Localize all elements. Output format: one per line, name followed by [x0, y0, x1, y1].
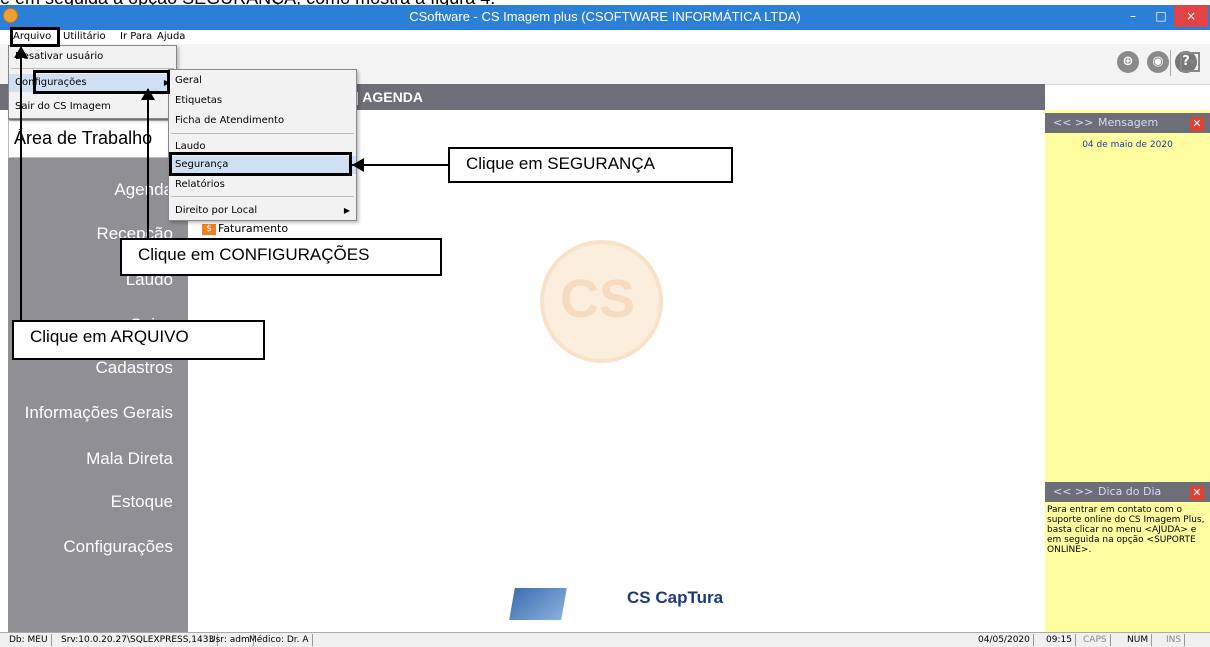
status-medico: Médico: Dr. A [246, 634, 313, 646]
maximize-button[interactable]: □ [1148, 5, 1174, 27]
minimize-button[interactable]: – [1120, 5, 1146, 27]
captura-logo-text: CS CapTura [627, 588, 724, 607]
tip-nav[interactable]: << >> [1053, 485, 1093, 498]
submenu-arrow-icon: ▶ [343, 206, 350, 215]
sidebar-item-mala-direta[interactable]: Mala Direta [8, 449, 173, 469]
submenu-direito-por-local[interactable]: Direito por Local ▶ [169, 202, 356, 220]
workarea-label: Área de Trabalho [14, 128, 153, 148]
exit-icon[interactable]: ⇥ [1180, 52, 1200, 72]
status-srv: Srv:10.0.20.27\SQLEXPRESS,1433 [58, 634, 219, 646]
sidebar-item-informacoes-gerais[interactable]: Informações Gerais [8, 403, 173, 423]
message-close-icon[interactable]: ✕ [1190, 117, 1204, 131]
globe-icon[interactable]: ⊕ [1117, 51, 1139, 73]
faturamento-label[interactable]: Faturamento [218, 222, 288, 235]
sidebar-item-cadastros[interactable]: Cadastros [8, 358, 173, 378]
sidebar-item-configuracoes[interactable]: Configurações [8, 537, 173, 557]
message-nav[interactable]: << >> [1053, 116, 1093, 129]
tip-title: Dica do Dia [1098, 485, 1162, 498]
callout-seguranca: Clique em SEGURANÇA [448, 147, 733, 183]
menu-ir-para[interactable]: Ir Para [120, 30, 152, 44]
submenu-geral[interactable]: Geral [169, 72, 356, 90]
status-num: NUM [1124, 634, 1153, 646]
highlight-arquivo [10, 27, 60, 47]
sidebar-item-estoque[interactable]: Estoque [8, 492, 173, 512]
tip-text: Para entrar em contato com o suporte onl… [1047, 505, 1205, 555]
status-ins: INS [1163, 634, 1186, 646]
message-date: 04 de maio de 2020 [1082, 140, 1173, 150]
tip-close-icon[interactable]: ✕ [1190, 486, 1204, 500]
menu-ajuda[interactable]: Ajuda [157, 30, 185, 44]
menu-sair[interactable]: Sair do CS Imagem [9, 98, 176, 116]
window-title: CSoftware - CS Imagem plus (CSOFTWARE IN… [409, 9, 801, 24]
captura-logo-icon [509, 588, 567, 620]
submenu-direito-label: Direito por Local [175, 205, 258, 216]
arrow-configuracoes-head [141, 88, 155, 100]
status-db: Db: MEU [6, 634, 52, 646]
submenu-relatorios[interactable]: Relatórios [169, 176, 356, 194]
submenu-etiquetas[interactable]: Etiquetas [169, 92, 356, 110]
status-date: 04/05/2020 [975, 634, 1034, 646]
watermark-text: CS [560, 269, 636, 329]
submenu-ficha-atendimento[interactable]: Ficha de Atendimento [169, 112, 356, 130]
toolbar-divider [1170, 50, 1171, 76]
menu-utilitario[interactable]: Utilitário [63, 30, 106, 44]
close-button[interactable]: × [1174, 5, 1208, 27]
callout-configuracoes: Clique em CONFIGURAÇÕES [120, 238, 442, 276]
arrow-arquivo-line [20, 50, 22, 320]
status-time: 09:15 [1043, 634, 1076, 646]
status-caps: CAPS [1080, 634, 1111, 646]
arrow-seguranca-line [352, 164, 448, 166]
arrow-arquivo-head [14, 46, 28, 58]
callout-arquivo: Clique em ARQUIVO [12, 320, 265, 360]
arrow-seguranca-head [352, 158, 364, 172]
message-title: Mensagem [1098, 116, 1159, 129]
tab-agenda[interactable]: | AGENDA [355, 89, 423, 105]
menu-desativar-usuario[interactable]: Desativar usuário [9, 48, 176, 66]
arrow-configuracoes-line [147, 92, 149, 238]
faturamento-icon: $ [202, 224, 216, 235]
highlight-seguranca [169, 152, 352, 176]
configuracoes-submenu: Geral Etiquetas Ficha de Atendimento Lau… [168, 69, 357, 221]
